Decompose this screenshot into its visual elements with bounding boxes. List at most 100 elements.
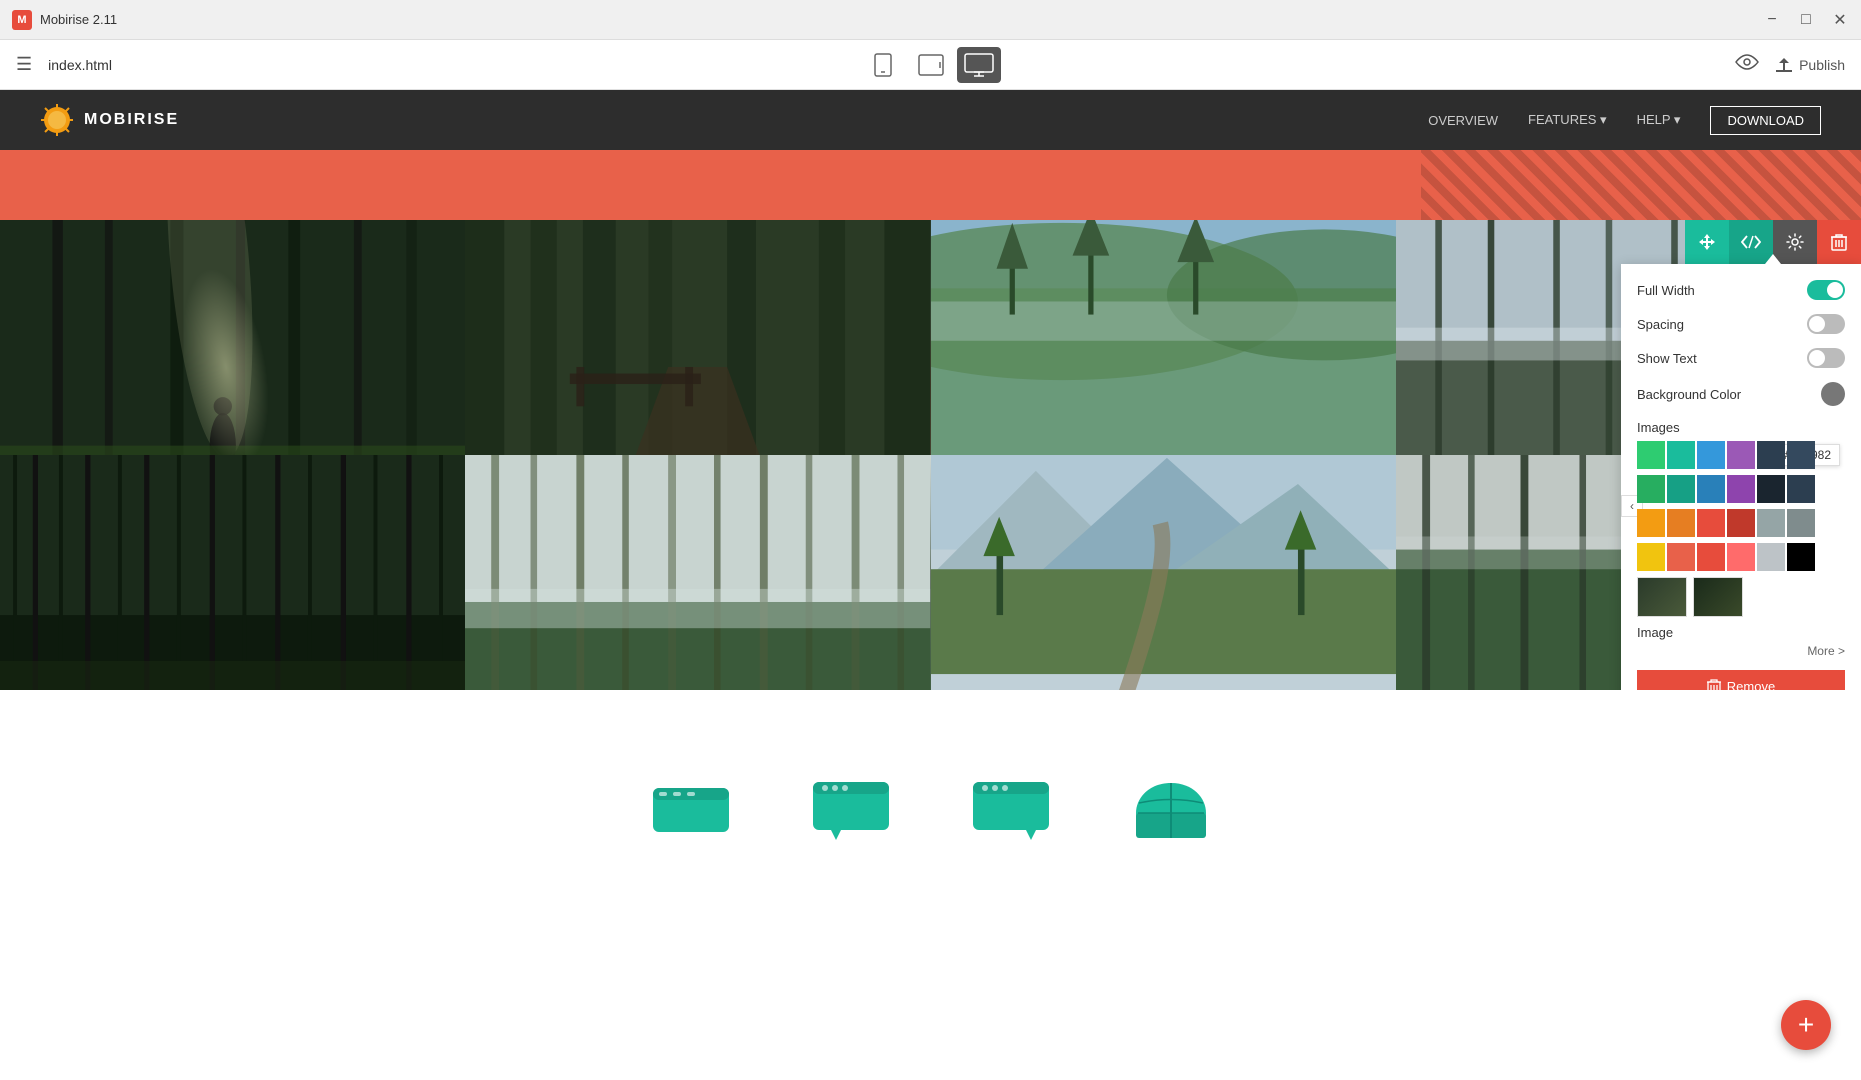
color-swatch-1[interactable] xyxy=(1637,441,1665,469)
color-swatch-10[interactable] xyxy=(1727,475,1755,503)
bg-color-label: Background Color xyxy=(1637,387,1741,402)
app-logo: M Mobirise 2.11 xyxy=(12,10,117,30)
setting-spacing: Spacing xyxy=(1637,314,1845,334)
close-button[interactable]: ✕ xyxy=(1831,11,1849,29)
gallery-section: Full Width Spacing Show Text Background … xyxy=(0,220,1861,690)
image-preview-row xyxy=(1637,577,1845,617)
nav-help[interactable]: HELP ▾ xyxy=(1637,112,1681,128)
feature-icon-4 xyxy=(1131,780,1211,840)
image-row: Image xyxy=(1637,625,1845,640)
color-swatch-20[interactable] xyxy=(1667,543,1695,571)
color-swatch-16[interactable] xyxy=(1727,509,1755,537)
site-logo: MOBIRISE xyxy=(40,103,179,137)
images-section-label: Images xyxy=(1637,420,1845,435)
color-swatch-8[interactable] xyxy=(1667,475,1695,503)
gallery-cell-1[interactable] xyxy=(0,220,465,455)
main-toolbar: ☰ index.html xyxy=(0,40,1861,90)
more-link[interactable]: More > xyxy=(1637,644,1845,658)
fab-add-button[interactable]: + xyxy=(1781,1000,1831,1050)
preview-icon[interactable] xyxy=(1735,54,1759,75)
minimize-button[interactable]: − xyxy=(1763,11,1781,29)
show-text-label: Show Text xyxy=(1637,351,1697,366)
color-swatch-19[interactable] xyxy=(1637,543,1665,571)
site-nav-links: OVERVIEW FEATURES ▾ HELP ▾ DOWNLOAD xyxy=(1428,106,1821,135)
image-thumb-1[interactable] xyxy=(1637,577,1687,617)
images-section: Images ‹ #553982 xyxy=(1637,420,1845,571)
color-swatch-13[interactable] xyxy=(1637,509,1665,537)
full-width-toggle[interactable] xyxy=(1807,280,1845,300)
menu-icon[interactable]: ☰ xyxy=(16,54,32,75)
site-logo-text: MOBIRISE xyxy=(84,111,179,129)
feature-svg-3 xyxy=(971,778,1051,843)
site-navbar: MOBIRISE OVERVIEW FEATURES ▾ HELP ▾ DOWN… xyxy=(0,90,1861,150)
color-swatch-22[interactable] xyxy=(1727,543,1755,571)
show-text-toggle[interactable] xyxy=(1807,348,1845,368)
app-title: Mobirise 2.11 xyxy=(40,12,117,27)
color-palette-row2 xyxy=(1637,475,1845,503)
color-swatch-21[interactable] xyxy=(1697,543,1725,571)
gallery-cell-2[interactable] xyxy=(465,220,930,455)
banner-pattern xyxy=(1421,150,1861,220)
gallery-cell-7[interactable] xyxy=(931,455,1396,690)
feature-svg-1 xyxy=(651,780,731,840)
block-delete-button[interactable] xyxy=(1817,220,1861,264)
app-logo-icon: M xyxy=(12,10,32,30)
desktop-view-button[interactable] xyxy=(957,47,1001,83)
title-bar: M Mobirise 2.11 − □ ✕ xyxy=(0,0,1861,40)
color-swatch-4[interactable]: #553982 xyxy=(1727,441,1755,469)
spacing-toggle[interactable] xyxy=(1807,314,1845,334)
color-swatch-11[interactable] xyxy=(1757,475,1785,503)
color-swatch-7[interactable] xyxy=(1637,475,1665,503)
setting-bg-color: Background Color xyxy=(1637,382,1845,406)
mobile-view-button[interactable] xyxy=(861,47,905,83)
tablet-view-button[interactable] xyxy=(909,47,953,83)
toolbar-right: Publish xyxy=(1735,54,1845,75)
publish-icon xyxy=(1775,57,1793,73)
color-swatch-14[interactable] xyxy=(1667,509,1695,537)
color-palette-row1: #553982 xyxy=(1637,441,1845,469)
nav-overview[interactable]: OVERVIEW xyxy=(1428,113,1498,128)
gallery-cell-5[interactable] xyxy=(0,455,465,690)
nav-download[interactable]: DOWNLOAD xyxy=(1710,106,1821,135)
site-logo-icon xyxy=(40,103,74,137)
nav-features[interactable]: FEATURES ▾ xyxy=(1528,112,1607,128)
publish-label: Publish xyxy=(1799,57,1845,73)
setting-show-text: Show Text xyxy=(1637,348,1845,368)
color-swatch-18[interactable] xyxy=(1787,509,1815,537)
block-move-button[interactable] xyxy=(1685,220,1729,264)
feature-svg-4 xyxy=(1131,778,1211,843)
orange-banner xyxy=(0,150,1861,220)
spacing-label: Spacing xyxy=(1637,317,1684,332)
color-swatch-9[interactable] xyxy=(1697,475,1725,503)
feature-svg-2 xyxy=(811,778,891,843)
bottom-section xyxy=(0,690,1861,930)
bg-color-swatch[interactable] xyxy=(1821,382,1845,406)
publish-button[interactable]: Publish xyxy=(1775,57,1845,73)
full-width-label: Full Width xyxy=(1637,283,1695,298)
color-swatch-23[interactable] xyxy=(1757,543,1785,571)
gallery-cell-6[interactable] xyxy=(465,455,930,690)
feature-icon-2 xyxy=(811,780,891,840)
remove-label: Remove xyxy=(1727,679,1775,691)
maximize-button[interactable]: □ xyxy=(1797,11,1815,29)
color-swatch-17[interactable] xyxy=(1757,509,1785,537)
device-selector xyxy=(861,47,1001,83)
color-swatch-2[interactable] xyxy=(1667,441,1695,469)
gallery-grid xyxy=(0,220,1861,690)
setting-full-width: Full Width xyxy=(1637,280,1845,300)
color-swatch-3[interactable] xyxy=(1697,441,1725,469)
color-swatch-24[interactable] xyxy=(1787,543,1815,571)
color-swatch-5[interactable] xyxy=(1757,441,1785,469)
feature-icon-1 xyxy=(651,780,731,840)
preview-area: MOBIRISE OVERVIEW FEATURES ▾ HELP ▾ DOWN… xyxy=(0,90,1861,930)
settings-panel: Full Width Spacing Show Text Background … xyxy=(1621,264,1861,690)
gallery-cell-3[interactable] xyxy=(931,220,1396,455)
remove-icon xyxy=(1707,678,1721,690)
color-swatch-12[interactable] xyxy=(1787,475,1815,503)
color-swatch-15[interactable] xyxy=(1697,509,1725,537)
color-swatch-6[interactable] xyxy=(1787,441,1815,469)
image-label: Image xyxy=(1637,625,1673,640)
remove-button[interactable]: Remove xyxy=(1637,670,1845,690)
color-palette-row3 xyxy=(1637,509,1845,537)
image-thumb-2[interactable] xyxy=(1693,577,1743,617)
